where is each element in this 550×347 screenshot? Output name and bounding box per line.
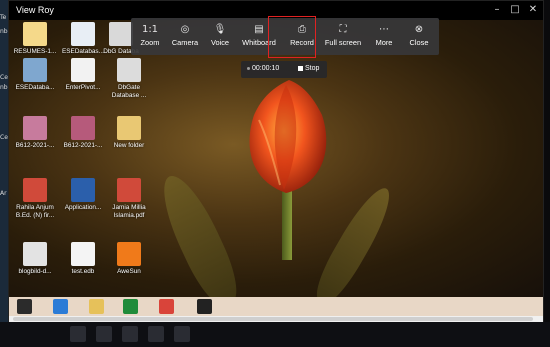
edge-icon[interactable] (53, 299, 68, 314)
record-highlight-box (268, 16, 316, 58)
desktop-icon-label: RESUMES-1... (13, 48, 57, 55)
fullscreen-button[interactable]: ⛶ Full screen (321, 21, 365, 54)
host-app-icon[interactable] (148, 326, 164, 342)
camera-button[interactable]: ◎ Camera (166, 21, 204, 54)
desktop-icon[interactable]: EnterPivot... (59, 58, 107, 92)
document-icon (23, 242, 47, 266)
desktop-icon[interactable]: test.edb (59, 242, 107, 276)
fullscreen-label: Full screen (324, 38, 362, 47)
desktop-icon-label: AweSun (117, 268, 141, 275)
maximize-icon[interactable]: □ (508, 3, 522, 17)
desktop-icon[interactable]: DbGate Database ... (105, 58, 153, 99)
close-button[interactable]: ⊗ Close (400, 21, 438, 54)
document-icon (109, 22, 133, 46)
host-icon-label: nb (0, 84, 8, 91)
pdf-icon (23, 178, 47, 202)
host-icon-label: Ce (0, 74, 8, 81)
recording-dot-icon (247, 67, 250, 70)
desktop-icon-label: Jamia Millia Islamia.pdf (112, 204, 146, 219)
fullscreen-icon: ⛶ (339, 24, 347, 35)
desktop-icon[interactable]: blogbild-d... (11, 242, 59, 276)
awesun-icon (117, 242, 141, 266)
mic-icon: 🎙︎ (213, 24, 227, 35)
desktop-icon[interactable]: AweSun (105, 242, 153, 276)
remote-taskbar (9, 297, 543, 316)
more-button[interactable]: ⋯ More (365, 21, 403, 54)
host-app-icon[interactable] (174, 326, 190, 342)
host-icon-label: Ce (0, 134, 8, 141)
image-icon (71, 116, 95, 140)
more-label: More (375, 38, 393, 47)
desktop-icon-label: B612-2021-... (15, 142, 55, 149)
document-icon (117, 58, 141, 82)
camera-label: Camera (171, 38, 199, 47)
image-icon (23, 116, 47, 140)
recording-time: 00:00:10 (252, 65, 280, 72)
desktop-icon-label: DbGate Database ... (111, 84, 147, 99)
desktop-icon-label: EnterPivot... (65, 84, 101, 91)
recording-timer: 00:00:10 Stop (241, 61, 327, 78)
host-icon-label: Te (0, 14, 7, 21)
desktop-icon-label: test.edb (71, 268, 95, 275)
document-icon (71, 242, 95, 266)
desktop-icon[interactable]: B612-2021-... (11, 116, 59, 150)
folder-icon (117, 116, 141, 140)
store-icon[interactable] (123, 299, 138, 314)
desktop-icon[interactable]: Rahila Anjum B.Ed. (N) fir... (11, 178, 59, 219)
desktop-icon[interactable]: ESEDataba... (11, 58, 59, 92)
folder-icon (23, 22, 47, 46)
desktop-icon-label: blogbild-d... (18, 268, 52, 275)
desktop-icon-label: Application... (64, 204, 102, 211)
close-label: Close (409, 38, 429, 47)
host-desktop-strip (0, 0, 8, 347)
terminal-icon[interactable] (197, 299, 212, 314)
stop-square-icon[interactable] (298, 66, 303, 71)
camera-icon: ◎ (180, 24, 190, 35)
database-icon (23, 58, 47, 82)
host-taskbar (0, 322, 550, 347)
host-app-icon[interactable] (96, 326, 112, 342)
pdf-icon (117, 178, 141, 202)
desktop-icon-label: ESEDataba... (15, 84, 55, 91)
desktop-icon[interactable]: New folder (105, 116, 153, 150)
host-app-icon[interactable] (70, 326, 86, 342)
scrollbar-thumb[interactable] (13, 317, 533, 321)
desktop-icon-label: B612-2021-... (63, 142, 103, 149)
desktop-icon[interactable]: RESUMES-1... (11, 22, 59, 56)
desktop-icon-label: Rahila Anjum B.Ed. (N) fir... (15, 204, 55, 219)
voice-label: Voice (210, 38, 230, 47)
zoom-label: Zoom (140, 38, 160, 47)
minimize-icon[interactable]: – (490, 3, 504, 17)
file-explorer-icon[interactable] (89, 299, 104, 314)
desktop-icon-label: New folder (113, 142, 145, 149)
zoom-icon: 1:1 (141, 24, 159, 35)
document-icon (71, 22, 95, 46)
chrome-icon[interactable] (159, 299, 174, 314)
host-icon-label: Ar (0, 190, 7, 197)
stop-recording-button[interactable]: Stop (305, 65, 319, 72)
host-app-icon[interactable] (122, 326, 138, 342)
voice-button[interactable]: 🎙︎ Voice (201, 21, 239, 54)
host-icon-label: nb (0, 28, 8, 35)
desktop-icon[interactable]: Jamia Millia Islamia.pdf (105, 178, 153, 219)
window-title: View Roy (16, 5, 54, 15)
windows-start-icon[interactable] (17, 299, 32, 314)
tulip-wallpaper (249, 80, 327, 260)
desktop-icon[interactable]: Application... (59, 178, 107, 212)
spreadsheet-icon (71, 58, 95, 82)
zoom-button[interactable]: 1:1 Zoom (131, 21, 169, 54)
more-icon: ⋯ (379, 24, 389, 35)
desktop-icon[interactable]: B612-2021-... (59, 116, 107, 150)
close-icon: ⊗ (414, 24, 424, 35)
word-icon (71, 178, 95, 202)
close-window-icon[interactable]: ✕ (526, 3, 540, 17)
